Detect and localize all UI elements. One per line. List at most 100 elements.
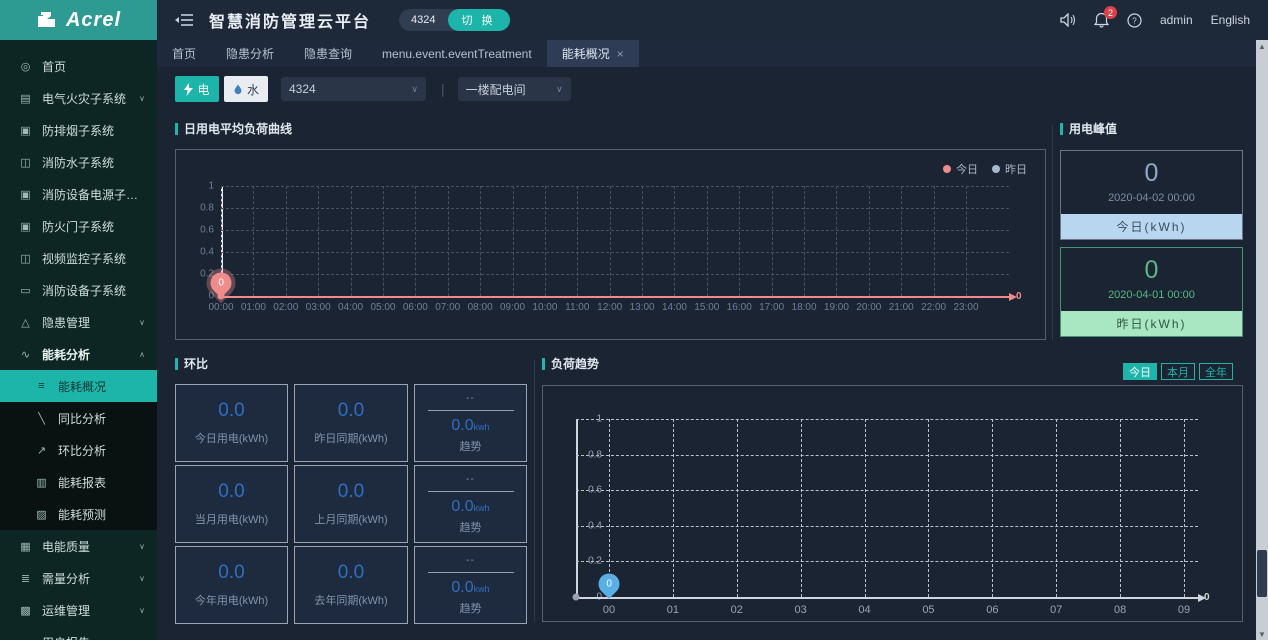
load-curve-title: 日用电平均负荷曲线 [175,120,292,137]
station-select[interactable]: 4324∨ [281,77,426,101]
tab-hazard-query[interactable]: 隐患查询 [289,40,367,67]
gridline [221,230,1009,231]
x-tick-label: 02 [731,604,743,616]
sidebar-item-electrical-fire[interactable]: ▤电气火灾子系统∨ [0,82,157,114]
x-tick-label: 10:00 [532,302,557,313]
x-tick-label: 03:00 [306,302,331,313]
acrel-logo-icon [36,10,60,30]
electricity-filter-button[interactable]: 电 [175,76,219,102]
sidebar-item-mom-analysis[interactable]: ↗环比分析 [0,434,157,466]
logo-text: Acrel [66,9,121,32]
play-square-icon: ◫ [18,156,33,169]
sidebar: Acrel ◎首页 ▤电气火灾子系统∨ ▣防排烟子系统 ◫消防水子系统 ▣消防设… [0,0,157,640]
sidebar-item-fire-door[interactable]: ▣防火门子系统 [0,210,157,242]
diagonal-line-icon: ╲ [34,412,49,425]
scroll-up-arrow[interactable]: ▲ [1256,40,1268,52]
water-filter-button[interactable]: 水 [224,76,268,102]
trend-year-button[interactable]: 全年 [1199,363,1233,380]
sidebar-item-energy-forecast[interactable]: ▨能耗预测 [0,498,157,530]
sidebar-item-fire-water[interactable]: ◫消防水子系统 [0,146,157,178]
sidebar-item-fire-equipment[interactable]: ▭消防设备子系统 [0,274,157,306]
ring-title: 环比 [175,355,208,372]
gridline [934,186,935,296]
x-tick-label: 06 [986,604,998,616]
tab-home[interactable]: 首页 [157,40,211,67]
gridline [480,186,481,296]
gridline [576,490,1198,491]
y-axis-line [576,419,578,597]
main-content: 电 水 4324∨ | 一楼配电间∨ 日用电平均负荷曲线 今日 昨日 00:00… [157,67,1256,640]
speaker-icon[interactable] [1060,13,1076,27]
menu-collapse-icon[interactable] [175,13,193,27]
ring-trend-card: --0.0kwh趋势 [414,546,527,624]
trend-plot: 0001020304050607080910.80.60.40.20 [609,419,1184,597]
gridline [221,186,1009,187]
language-switch[interactable]: English [1211,13,1250,27]
y-tick-label: 1 [208,181,214,192]
gridline [577,186,578,296]
gridline [673,419,674,597]
sidebar-item-demand-analysis[interactable]: ≣需量分析∨ [0,562,157,594]
x-tick-label: 00 [603,604,615,616]
gridline [869,186,870,296]
lock-icon: ▣ [18,220,33,233]
trend-today-button[interactable]: 今日 [1123,363,1157,380]
gridline [642,186,643,296]
gridline [318,186,319,296]
gridline [576,419,1198,420]
lightning-icon [184,83,193,96]
x-tick-label: 04 [858,604,870,616]
x-tick-label: 07 [1050,604,1062,616]
trend-title: 负荷趋势 [542,355,599,372]
legend-item-today[interactable]: 今日 [943,161,978,177]
sidebar-item-yoy-analysis[interactable]: ╲同比分析 [0,402,157,434]
gridline [1120,419,1121,597]
home-icon: ◎ [18,60,33,73]
gridline [772,186,773,296]
x-tick-label: 03 [795,604,807,616]
gridline [576,561,1198,562]
sidebar-item-power-quality[interactable]: ▦电能质量∨ [0,530,157,562]
gridline [221,274,1009,275]
tab-hazard-analysis[interactable]: 隐患分析 [211,40,289,67]
load-curve-plot: 00:0001:0002:0003:0004:0005:0006:0007:00… [221,186,966,296]
sidebar-item-equipment-power[interactable]: ▣消防设备电源子系统 [0,178,157,210]
x-tick-label: 04:00 [338,302,363,313]
notification-badge: 2 [1104,6,1117,19]
scrollbar[interactable]: ▲ ▼ [1256,40,1268,640]
room-select[interactable]: 一楼配电间∨ [458,77,571,101]
gridline [1056,419,1057,597]
energy-analysis-submenu: ≡能耗概况 ╲同比分析 ↗环比分析 ▥能耗报表 ▨能耗预测 [0,370,157,530]
bell-icon[interactable]: 2 [1094,12,1109,28]
sidebar-item-video-monitor[interactable]: ◫视频监控子系统 [0,242,157,274]
help-icon[interactable]: ? [1127,13,1142,28]
legend-item-yesterday[interactable]: 昨日 [992,161,1027,177]
chevron-down-icon: ∨ [135,94,145,103]
sidebar-item-energy-report[interactable]: ▥能耗报表 [0,466,157,498]
x-tick-label: 09 [1178,604,1190,616]
sidebar-item-home[interactable]: ◎首页 [0,50,157,82]
sidebar-item-hazard-management[interactable]: △隐患管理∨ [0,306,157,338]
tab-event-treatment[interactable]: menu.event.eventTreatment [367,40,547,67]
sidebar-item-energy-overview[interactable]: ≡能耗概况 [0,370,157,402]
gridline [576,526,1198,527]
trend-line-icon: ↗ [34,444,49,457]
sidebar-item-smoke-control[interactable]: ▣防排烟子系统 [0,114,157,146]
x-tick-label: 01 [667,604,679,616]
brand-logo[interactable]: Acrel [0,0,157,40]
gridline [221,252,1009,253]
sidebar-item-energy-analysis[interactable]: ∿能耗分析∧ [0,338,157,370]
tab-energy-overview[interactable]: 能耗概况× [547,40,639,67]
sidebar-item-ops-management[interactable]: ▩运维管理∨ [0,594,157,626]
scroll-down-arrow[interactable]: ▼ [1256,628,1268,640]
user-menu[interactable]: admin [1160,13,1193,27]
switch-button[interactable]: 切 换 [448,9,510,31]
gridline [901,186,902,296]
scrollbar-thumb[interactable] [1257,550,1267,597]
gridline [221,208,1009,209]
x-tick-label: 15:00 [694,302,719,313]
close-icon[interactable]: × [617,47,624,61]
peak-card-yesterday: 0 2020-04-01 00:00 昨日(kWh) [1060,247,1243,337]
trend-month-button[interactable]: 本月 [1161,363,1195,380]
sidebar-item-user-report[interactable]: ▭用户报告 [0,626,157,640]
